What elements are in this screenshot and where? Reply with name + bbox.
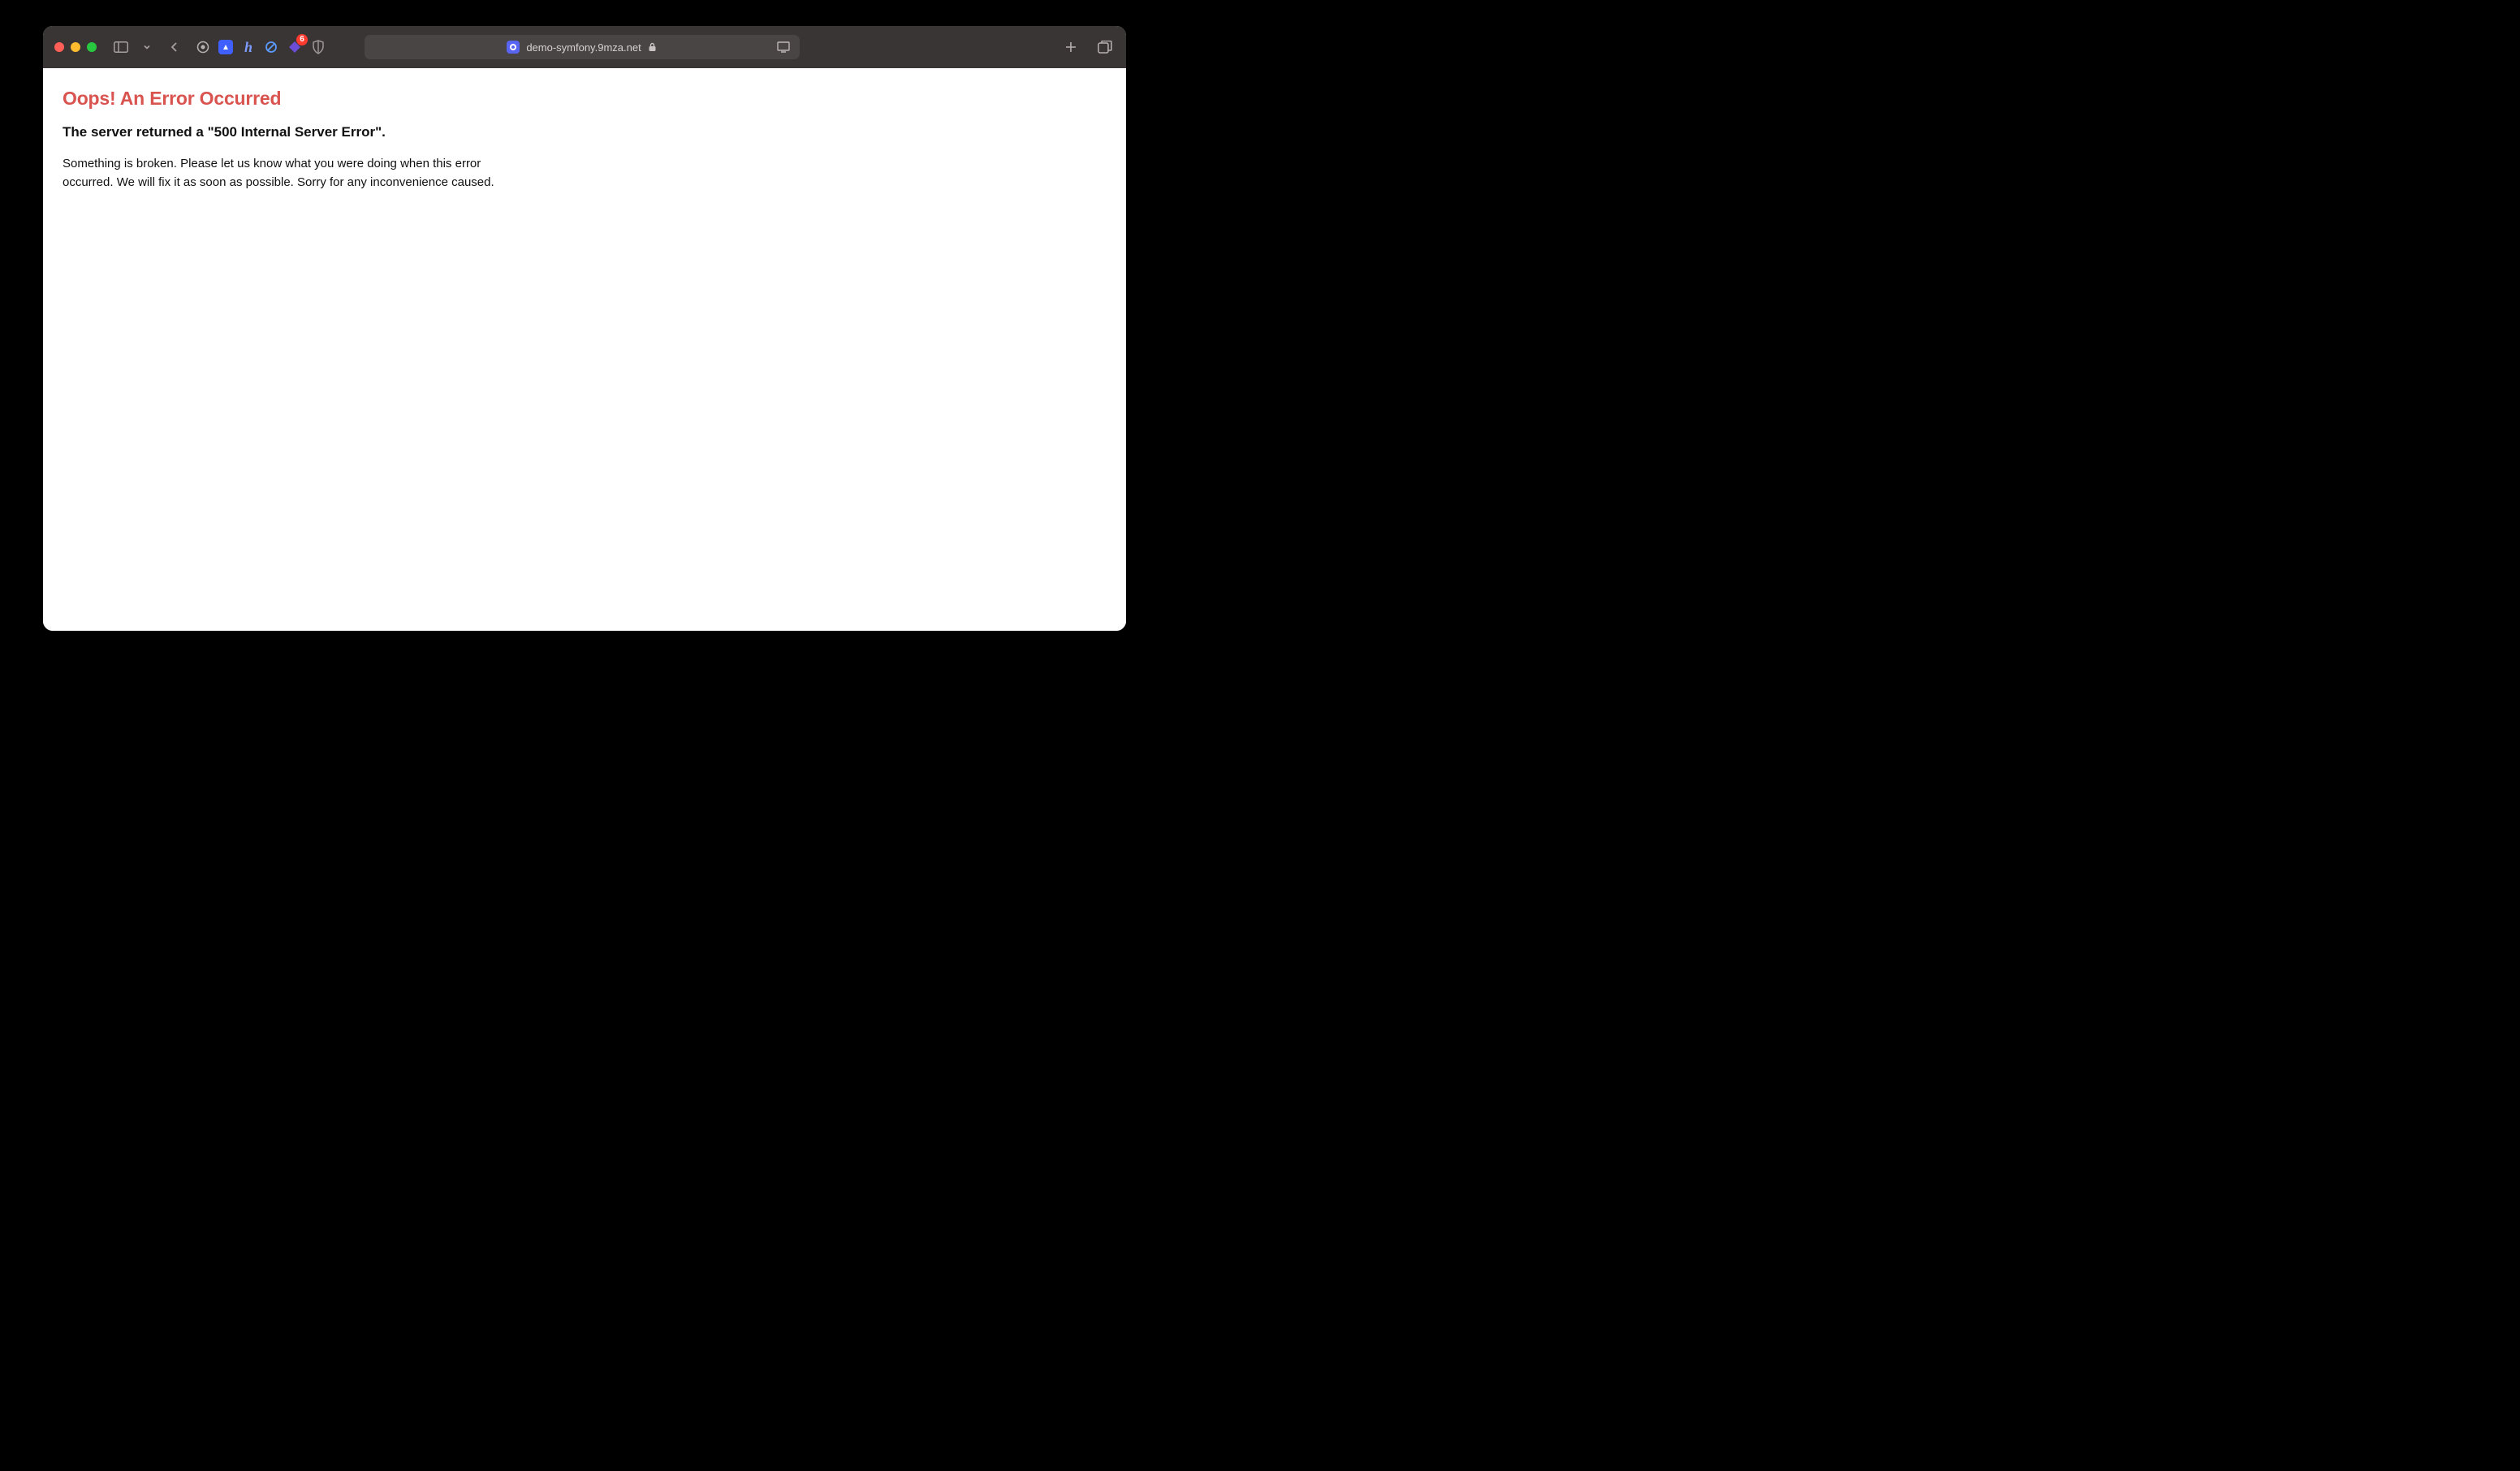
reader-mode-icon[interactable] <box>774 37 793 57</box>
right-toolbar <box>1061 37 1115 57</box>
close-window-button[interactable] <box>54 42 64 52</box>
lock-icon <box>648 42 658 52</box>
privacy-shield-icon[interactable] <box>311 40 326 54</box>
titlebar: h 6 demo-sym <box>43 26 1126 68</box>
honey-extension-icon[interactable]: h <box>241 40 256 54</box>
window-controls <box>54 42 97 52</box>
page-content: Oops! An Error Occurred The server retur… <box>43 68 1126 631</box>
error-heading: Oops! An Error Occurred <box>63 88 1107 110</box>
minimize-window-button[interactable] <box>71 42 80 52</box>
sidebar-toggle-icon[interactable] <box>111 37 131 57</box>
browser-window: h 6 demo-sym <box>43 26 1126 631</box>
address-text: demo-symfony.9mza.net <box>526 41 641 54</box>
fullscreen-window-button[interactable] <box>87 42 97 52</box>
address-bar[interactable]: demo-symfony.9mza.net <box>365 35 800 59</box>
new-tab-button[interactable] <box>1061 37 1081 57</box>
tab-overview-button[interactable] <box>1095 37 1115 57</box>
site-favicon-icon <box>507 41 520 54</box>
notification-badge: 6 <box>296 34 308 45</box>
notification-extension-icon[interactable]: 6 <box>287 39 303 55</box>
toolbar-extensions: h 6 <box>196 39 326 55</box>
chevron-down-icon[interactable] <box>137 37 157 57</box>
sidebar-button-group <box>111 37 184 57</box>
error-subheading: The server returned a "500 Internal Serv… <box>63 124 1107 140</box>
adblock-extension-icon[interactable] <box>264 40 278 54</box>
back-button[interactable] <box>165 37 184 57</box>
error-body: Something is broken. Please let us know … <box>63 155 517 192</box>
vpn-extension-icon[interactable] <box>218 40 233 54</box>
record-icon[interactable] <box>196 40 210 54</box>
